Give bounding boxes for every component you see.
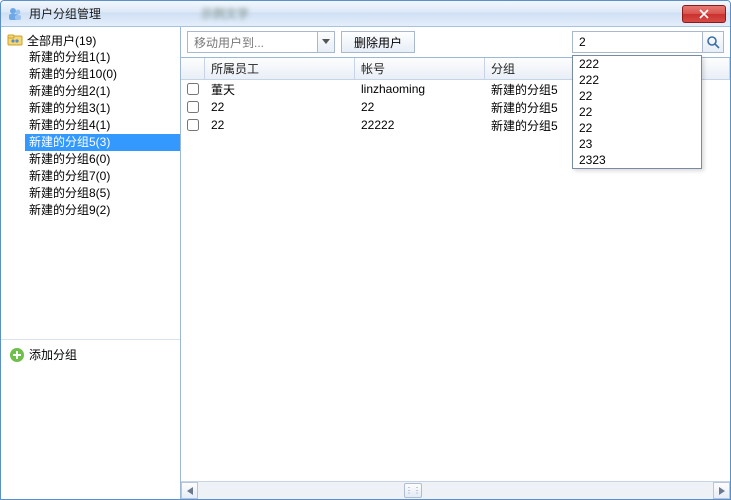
plus-icon (9, 347, 25, 363)
move-user-dropdown-button[interactable] (317, 31, 335, 53)
tree-root-all-users[interactable]: 全部用户(19) (5, 31, 180, 49)
cell-account: 22 (355, 100, 485, 114)
scroll-left-button[interactable] (181, 482, 198, 499)
add-group-label: 添加分组 (29, 346, 77, 363)
delete-user-label: 删除用户 (354, 34, 402, 51)
delete-user-button[interactable]: 删除用户 (341, 31, 415, 53)
header-employee[interactable]: 所属员工 (205, 58, 355, 79)
add-group-button[interactable]: 添加分组 (9, 346, 172, 363)
cell-employee: 22 (205, 118, 355, 132)
search-icon (706, 35, 720, 49)
search-button[interactable] (702, 31, 724, 53)
header-checkbox-cell[interactable] (181, 58, 205, 79)
window-title: 用户分组管理 (29, 5, 101, 22)
row-checkbox-cell (181, 101, 205, 113)
suggestion-item[interactable]: 22 (573, 120, 701, 136)
row-checkbox[interactable] (187, 101, 199, 113)
search-box (572, 31, 724, 53)
tree-item[interactable]: 新建的分组3(1) (25, 100, 180, 117)
tree-item[interactable]: 新建的分组6(0) (25, 151, 180, 168)
suggestion-item[interactable]: 23 (573, 136, 701, 152)
suggestion-item[interactable]: 222 (573, 72, 701, 88)
row-checkbox[interactable] (187, 83, 199, 95)
header-account[interactable]: 帐号 (355, 58, 485, 79)
search-suggestions-dropdown[interactable]: 222222222222232323 (572, 55, 702, 169)
app-window: 用户分组管理 示例文字 全部用户(19) 新建的分组1(1)新建的分组10(0)… (0, 0, 731, 500)
tree-item[interactable]: 新建的分组5(3) (25, 134, 180, 151)
group-tree: 全部用户(19) 新建的分组1(1)新建的分组10(0)新建的分组2(1)新建的… (1, 27, 180, 339)
suggestion-item[interactable]: 22 (573, 104, 701, 120)
cell-employee: 董天 (205, 81, 355, 98)
sidebar: 全部用户(19) 新建的分组1(1)新建的分组10(0)新建的分组2(1)新建的… (1, 27, 181, 499)
move-user-combo[interactable] (187, 31, 335, 53)
tree-children: 新建的分组1(1)新建的分组10(0)新建的分组2(1)新建的分组3(1)新建的… (5, 49, 180, 219)
cell-account: linzhaoming (355, 82, 485, 96)
tree-item[interactable]: 新建的分组9(2) (25, 202, 180, 219)
arrow-left-icon (187, 487, 193, 495)
row-checkbox-cell (181, 83, 205, 95)
user-group-icon (7, 6, 23, 22)
sidebar-footer: 添加分组 (1, 339, 180, 499)
tree-item[interactable]: 新建的分组2(1) (25, 83, 180, 100)
horizontal-scrollbar[interactable]: ⋮⋮ (181, 481, 730, 499)
cell-account: 22222 (355, 118, 485, 132)
close-button[interactable] (682, 5, 726, 23)
search-input[interactable] (572, 31, 702, 53)
arrow-right-icon (719, 487, 725, 495)
window-subtitle-blurred: 示例文字 (201, 5, 249, 22)
move-user-input[interactable] (187, 31, 317, 53)
cell-employee: 22 (205, 100, 355, 114)
suggestion-item[interactable]: 22 (573, 88, 701, 104)
scroll-thumb[interactable]: ⋮⋮ (404, 483, 422, 498)
tree-item[interactable]: 新建的分组8(5) (25, 185, 180, 202)
tree-item[interactable]: 新建的分组1(1) (25, 49, 180, 66)
row-checkbox-cell (181, 119, 205, 131)
close-icon (699, 9, 709, 19)
main-panel: 删除用户 所属员工 帐号 分组 (181, 27, 730, 499)
toolbar: 删除用户 (181, 27, 730, 57)
tree-item[interactable]: 新建的分组7(0) (25, 168, 180, 185)
row-checkbox[interactable] (187, 119, 199, 131)
scroll-right-button[interactable] (713, 482, 730, 499)
chevron-down-icon (322, 39, 330, 45)
tree-root-label: 全部用户(19) (27, 32, 96, 49)
folder-users-icon (7, 32, 23, 48)
tree-item[interactable]: 新建的分组4(1) (25, 117, 180, 134)
scroll-track[interactable]: ⋮⋮ (198, 482, 713, 499)
suggestion-item[interactable]: 222 (573, 56, 701, 72)
tree-item[interactable]: 新建的分组10(0) (25, 66, 180, 83)
titlebar[interactable]: 用户分组管理 示例文字 (1, 1, 730, 27)
window-body: 全部用户(19) 新建的分组1(1)新建的分组10(0)新建的分组2(1)新建的… (1, 27, 730, 499)
suggestion-item[interactable]: 2323 (573, 152, 701, 168)
